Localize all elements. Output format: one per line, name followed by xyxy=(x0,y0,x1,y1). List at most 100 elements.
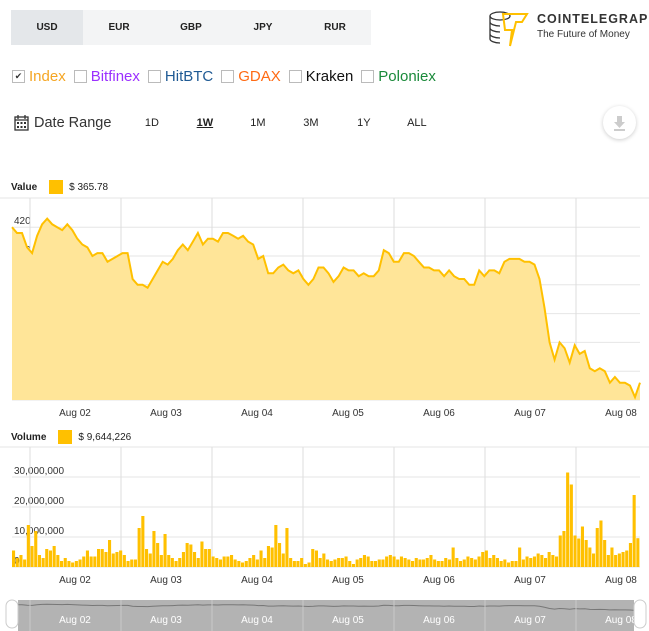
volume-bar xyxy=(536,553,540,567)
volume-bar xyxy=(82,556,86,567)
range-all[interactable]: ALL xyxy=(390,117,443,129)
volume-bar xyxy=(248,558,252,567)
volume-bar xyxy=(385,556,389,567)
exchange-label: Kraken xyxy=(305,68,354,85)
volume-bar xyxy=(174,561,178,567)
volume-bar xyxy=(122,555,126,567)
volume-bar xyxy=(377,559,381,567)
volume-bar xyxy=(45,549,49,567)
tab-eur[interactable]: EUR xyxy=(83,10,155,45)
volume-bar xyxy=(503,559,507,567)
volume-bar xyxy=(48,550,52,567)
volume-bar xyxy=(518,547,522,567)
volume-bar xyxy=(74,561,78,567)
range-3m[interactable]: 3M xyxy=(284,117,337,129)
checkbox[interactable] xyxy=(73,70,87,83)
volume-bar xyxy=(340,558,344,567)
checkbox-checked[interactable]: ✔ xyxy=(12,70,25,83)
value-legend: Value $ 365.78 xyxy=(11,180,108,194)
volume-bar xyxy=(85,550,89,567)
range-1d[interactable]: 1D xyxy=(125,117,178,129)
volume-bar xyxy=(495,558,499,567)
navigator-handle-right[interactable] xyxy=(633,599,647,629)
download-button[interactable] xyxy=(603,106,636,139)
volume-bar xyxy=(558,535,562,567)
y-tick-label: 370 xyxy=(14,360,31,371)
checkbox[interactable] xyxy=(361,70,375,83)
checkbox[interactable] xyxy=(288,70,302,83)
volume-bar xyxy=(300,558,304,567)
volume-bar xyxy=(311,549,315,567)
volume-bar xyxy=(525,556,529,567)
navigator-tick-label: Aug 06 xyxy=(423,615,455,626)
volume-bar xyxy=(148,553,152,567)
checkbox[interactable] xyxy=(221,70,235,83)
volume-bar xyxy=(614,555,618,567)
volume-bar xyxy=(540,555,544,567)
calendar-icon xyxy=(14,115,29,131)
volume-current: $ 9,644,226 xyxy=(78,431,132,443)
volume-bar xyxy=(156,543,160,567)
tab-rur[interactable]: RUR xyxy=(299,10,371,45)
volume-bar xyxy=(510,561,514,567)
x-tick-label: Aug 05 xyxy=(332,408,364,419)
exchange-index[interactable]: ✔ Index xyxy=(12,68,66,85)
exchange-bitfinex[interactable]: Bitfinex xyxy=(73,68,140,85)
tab-usd[interactable]: USD xyxy=(11,10,83,45)
value-area xyxy=(12,218,640,400)
volume-bar xyxy=(403,558,407,567)
volume-bar xyxy=(610,547,614,567)
volume-bar xyxy=(370,561,374,567)
volume-bar xyxy=(193,552,197,567)
x-tick-label: Aug 08 xyxy=(605,575,637,586)
volume-bar xyxy=(63,558,67,567)
volume-bar xyxy=(145,549,149,567)
volume-bar xyxy=(111,553,115,567)
volume-bar xyxy=(41,558,45,567)
volume-bar xyxy=(388,555,392,567)
y-tick-label: 20,000,000 xyxy=(14,496,64,507)
charts-svg: 420 410 400 390 380 370 360 Aug 02 Aug 03 Aug 04 A… xyxy=(0,197,649,631)
exchange-poloniex[interactable]: Poloniex xyxy=(361,68,436,85)
range-1y[interactable]: 1Y xyxy=(337,117,390,129)
checkbox[interactable] xyxy=(147,70,161,83)
volume-bar xyxy=(97,549,101,567)
tab-jpy[interactable]: JPY xyxy=(227,10,299,45)
x-tick-label: Aug 03 xyxy=(150,575,182,586)
volume-bar xyxy=(318,558,322,567)
volume-bar xyxy=(60,561,64,567)
volume-bar xyxy=(632,495,636,567)
exchange-hitbtc[interactable]: HitBTC xyxy=(147,68,213,85)
volume-bar xyxy=(392,556,396,567)
volume-bar xyxy=(636,538,640,567)
volume-bar xyxy=(592,553,596,567)
volume-bar xyxy=(414,558,418,567)
volume-bar xyxy=(270,547,274,567)
exchange-kraken[interactable]: Kraken xyxy=(288,68,354,85)
volume-bar xyxy=(529,558,533,567)
volume-bar xyxy=(137,528,141,567)
navigator-handle-left[interactable] xyxy=(5,599,19,629)
range-1m[interactable]: 1M xyxy=(231,117,284,129)
tab-gbp[interactable]: GBP xyxy=(155,10,227,45)
volume-bar xyxy=(359,558,363,567)
exchange-gdax[interactable]: GDAX xyxy=(221,68,281,85)
volume-bar xyxy=(621,552,625,567)
volume-bar xyxy=(119,550,123,567)
volume-bar xyxy=(237,561,241,567)
volume-bar xyxy=(551,555,555,567)
volume-bar xyxy=(274,525,278,567)
volume-bar xyxy=(374,561,378,567)
range-1w[interactable]: 1W xyxy=(178,117,231,129)
volume-bar xyxy=(451,547,455,567)
volume-bar xyxy=(100,549,104,567)
volume-bar xyxy=(56,555,60,567)
exchange-label: Index xyxy=(29,68,66,85)
volume-bar xyxy=(170,558,174,567)
cointelegraph-logo[interactable]: COINTELEGRAPH The Future of Money xyxy=(488,9,649,49)
volume-bar xyxy=(499,561,503,567)
volume-bar xyxy=(425,558,429,567)
volume-bar xyxy=(307,562,311,567)
volume-bar xyxy=(562,531,566,567)
volume-bar xyxy=(462,559,466,567)
